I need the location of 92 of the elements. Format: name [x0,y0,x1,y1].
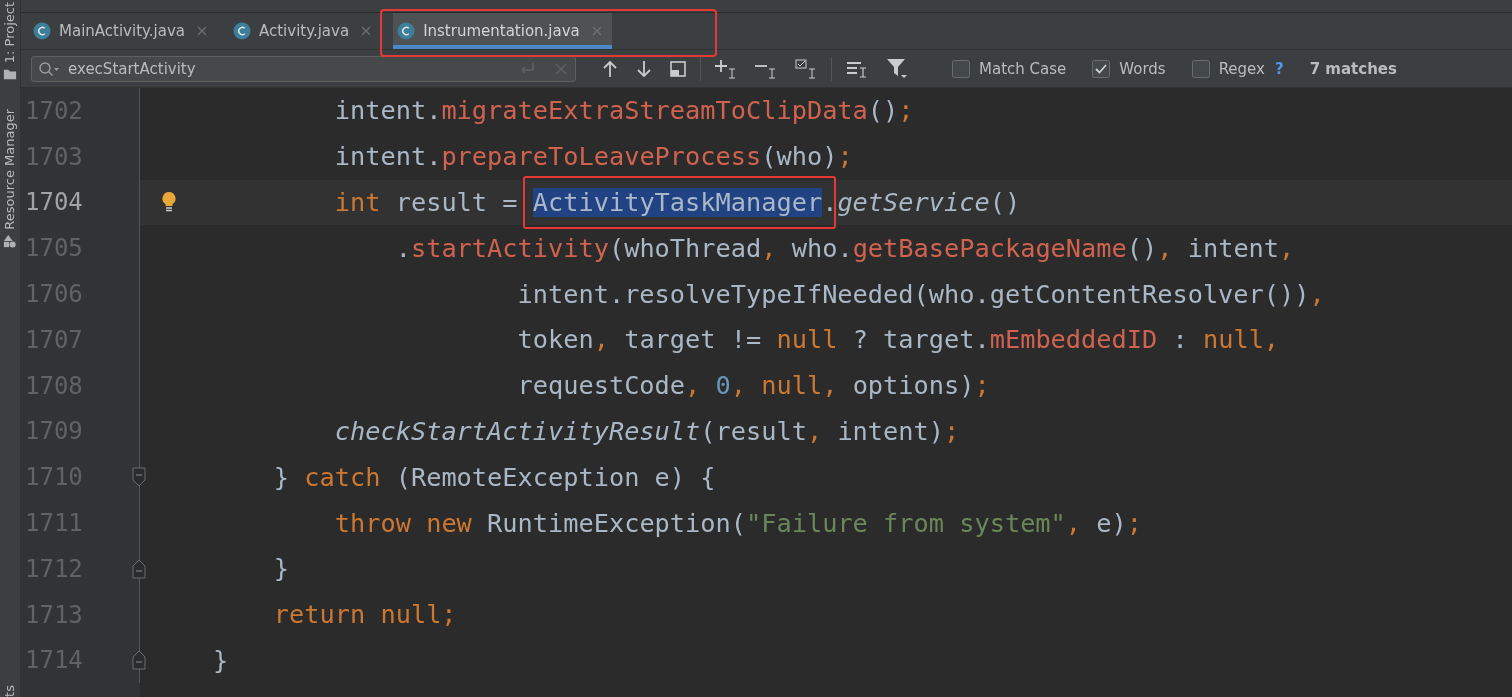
keyword: ; [898,96,914,126]
editor-tab[interactable]: Activity.java [228,13,382,49]
arrow-up-icon[interactable] [602,59,618,78]
code-text: result = [395,188,519,217]
keyword: ; [944,416,960,446]
search-icon [38,60,60,77]
member-name: startActivity [410,233,609,263]
code-text: intent.resolveTypeIfNeeded(who.getContentResolver()) [517,279,1310,309]
keyword: , [593,325,610,355]
search-field[interactable]: execStartActivity [31,55,576,82]
class-icon [397,22,416,40]
fold-icon[interactable] [132,467,146,488]
checkbox-label: Words [1119,59,1166,78]
code-text: e) [1096,508,1127,538]
code-text: intent) [837,416,944,446]
add-occurrence-icon[interactable] [715,58,737,79]
code-text: (RemoteException e) { [395,462,716,492]
code-text: requestCode [517,371,686,401]
class-icon [33,22,51,40]
keyword: , [1279,233,1295,263]
editor-tab[interactable]: Instrumentation.java [393,13,612,49]
selected-text: ActivityTaskManager [532,188,823,217]
code-text: () [989,188,1021,217]
keyword: , [806,416,824,446]
filter-lines-icon[interactable] [846,59,868,78]
keyword: , [761,233,778,263]
code-text: } [273,554,290,584]
search-input[interactable]: execStartActivity [66,58,513,79]
class-icon [232,22,251,40]
member-name: getBasePackageName [852,233,1127,263]
checkbox[interactable] [1092,59,1111,78]
editor-tab[interactable]: MainActivity.java [29,13,217,49]
fold-icon[interactable] [132,650,146,671]
arrow-down-icon[interactable] [636,59,652,78]
keyword: ; [837,142,853,172]
member-name: prepareToLeaveProcess [441,142,762,172]
shapes-icon[interactable] [3,234,17,248]
code-text: ? target. [852,325,990,355]
tool-window-button[interactable]: ts [1,685,19,697]
code-text: : [1172,325,1189,355]
filter-icon[interactable] [886,57,908,80]
keyword: , [1065,508,1083,538]
keyword: null [776,325,838,355]
member-name: migrateExtraStreamToClipData [441,96,868,126]
code-text: . [822,188,838,217]
folder-icon[interactable] [3,67,17,82]
line-number: 1704 [24,188,84,217]
bulb-icon[interactable] [161,191,177,214]
code-text: RuntimeException( [487,508,746,538]
keyword: null, [1202,325,1280,355]
member-name: mEmbeddedID [989,325,1158,355]
code-text: intent. [334,96,442,126]
static-call: getService [837,188,990,217]
keyword: catch [304,462,381,492]
code-text: token [517,325,594,355]
static-call: checkStartActivityResult [334,416,701,446]
keyword: ; [1126,508,1142,538]
help-link[interactable]: ? [1274,59,1284,78]
fold-icon[interactable] [132,558,146,579]
select-all-icon[interactable] [795,58,817,79]
keyword: , [685,371,702,401]
keyword: null, [761,371,839,401]
code-text: target != [624,325,763,355]
keyword: , [1309,279,1325,309]
square-icon[interactable] [670,60,686,77]
checkbox-label: Regex [1218,59,1265,78]
code-text: (who) [761,142,838,172]
number-literal: 0 [715,371,731,401]
code-text: () [1126,233,1158,263]
keyword: , [1157,233,1174,263]
code-text: intent. [334,142,442,172]
code-text: . [395,233,411,263]
keyword: , [730,371,747,401]
code-text: } [273,462,291,492]
tool-window-button[interactable]: Resource Manager [1,109,19,230]
string-literal: "Failure from system" [746,508,1066,538]
tool-window-button[interactable]: 1: Project [1,2,19,64]
code-text: (whoThread [608,233,762,263]
match-count: 7 matches [1309,59,1397,78]
code-text: intent [1187,233,1280,263]
keyword: throw new [334,508,472,538]
checkbox[interactable] [952,59,970,78]
code-text: who. [791,233,853,263]
keyword: int [334,188,381,217]
code-text: () [867,96,899,126]
checkbox-label: Match Case [979,59,1067,78]
keyword: return null; [273,600,457,630]
code-text: } [212,645,229,675]
code-text: (result [700,416,807,446]
keyword: ; [974,371,990,401]
checkbox[interactable] [1191,59,1210,78]
code-text: options) [852,371,975,401]
